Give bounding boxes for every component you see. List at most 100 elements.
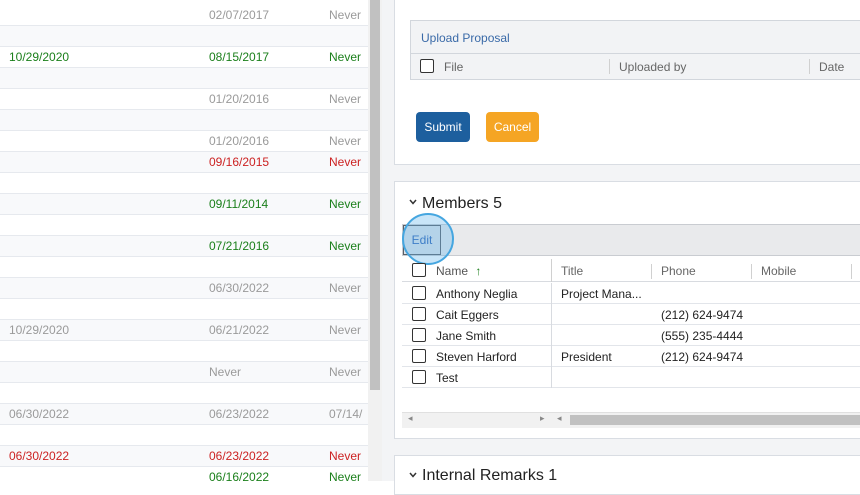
list-row[interactable]: 06/30/2022 Never [0,278,368,299]
list-cell: Never [329,134,362,148]
list-row[interactable] [0,257,368,278]
list-cell: 01/20/2016 [209,92,270,106]
upload-select-all-checkbox[interactable] [420,59,434,73]
list-row[interactable]: 09/11/2014 Never [0,194,368,215]
left-list-pane: 02/07/2017 Never 10/29/2020 08/15/2017 Never… [0,0,368,481]
list-cell: Never [329,239,362,253]
list-row[interactable]: 01/20/2016 Never [0,131,368,152]
column-divider [551,304,552,325]
column-divider [551,346,552,367]
scroll-right-icon[interactable]: ▸ [540,413,545,424]
column-mobile[interactable]: Mobile [761,264,796,278]
member-name-cell: Test [436,371,459,385]
list-row[interactable]: Never Never [0,362,368,383]
column-divider [651,264,652,279]
list-cell: Never [329,323,362,337]
column-divider [809,59,810,74]
member-name-cell: Steven Harford [436,350,517,364]
member-row[interactable]: Steven Harford President (212) 624-9474 [402,346,860,367]
list-row[interactable]: 09/16/2015 Never [0,152,368,173]
list-cell: Never [329,197,362,211]
list-cell: 06/23/2022 [209,449,270,463]
column-file[interactable]: File [444,60,463,74]
cancel-button[interactable]: Cancel [486,112,539,142]
vertical-scrollbar-thumb[interactable] [370,0,380,390]
member-row[interactable]: Test [402,367,860,388]
upload-proposal-title[interactable]: Upload Proposal [421,31,510,45]
member-row-checkbox[interactable] [412,307,426,321]
member-title-cell: Project Mana... [561,287,642,301]
list-cell: 06/30/2022 [9,407,70,421]
column-divider [551,325,552,346]
sort-ascending-icon: ↑ [475,264,482,278]
list-cell: 02/07/2017 [209,8,270,22]
list-row[interactable] [0,299,368,320]
list-row[interactable] [0,26,368,47]
list-row[interactable] [0,173,368,194]
scroll-left-icon[interactable]: ◂ [557,413,562,424]
member-name-cell: Jane Smith [436,329,497,343]
column-title[interactable]: Title [561,264,583,278]
column-date[interactable]: Date [819,60,844,74]
upload-grid-columns: File Uploaded by Date [410,54,860,80]
scroll-left-icon[interactable]: ◂ [408,413,413,424]
column-name[interactable]: Name ↑ [436,264,481,278]
list-cell: 06/30/2022 [209,281,270,295]
member-row-checkbox[interactable] [412,370,426,384]
member-phone-cell: (212) 624-9474 [661,308,744,322]
list-cell: Never [329,8,362,22]
list-row[interactable]: 07/21/2016 Never [0,236,368,257]
column-uploaded-by[interactable]: Uploaded by [619,60,686,74]
internal-remarks-title[interactable]: Internal Remarks 1 [422,467,557,485]
column-divider [551,259,552,282]
list-cell: Never [329,50,362,64]
list-row[interactable]: 06/30/2022 06/23/2022 Never [0,446,368,467]
column-divider [751,264,752,279]
list-row[interactable] [0,425,368,446]
list-row[interactable] [0,110,368,131]
member-phone-cell: (555) 235-4444 [661,329,744,343]
list-cell: 07/21/2016 [209,239,270,253]
member-row[interactable]: Cait Eggers (212) 624-9474 [402,304,860,325]
list-row[interactable] [0,383,368,404]
list-row[interactable]: 02/07/2017 Never [0,5,368,26]
list-cell: Never [329,365,362,379]
list-cell: 09/16/2015 [209,155,270,169]
member-row-checkbox[interactable] [412,286,426,300]
members-section-title[interactable]: Members 5 [422,195,502,213]
list-cell: 08/15/2017 [209,50,270,64]
member-row[interactable]: Anthony Neglia Project Mana... [402,283,860,304]
list-row[interactable] [0,215,368,236]
list-cell: 09/11/2014 [209,197,269,211]
list-cell: Never [329,281,362,295]
list-row[interactable] [0,68,368,89]
submit-button[interactable]: Submit [416,112,470,142]
upload-grid-header: Upload Proposal [410,20,860,54]
edit-members-button[interactable]: Edit [403,225,441,255]
list-row[interactable]: 01/20/2016 Never [0,89,368,110]
member-row-checkbox[interactable] [412,328,426,342]
list-cell: 06/23/2022 [209,407,270,421]
list-cell: Never [329,155,362,169]
member-row-checkbox[interactable] [412,349,426,363]
list-cell: 06/21/2022 [209,323,270,337]
column-divider [609,59,610,74]
list-cell: Never [329,470,362,481]
chevron-down-icon[interactable] [409,197,417,208]
horizontal-scrollbar-thumb[interactable] [570,415,860,425]
column-phone[interactable]: Phone [661,264,696,278]
member-row[interactable]: Jane Smith (555) 235-4444 [402,325,860,346]
list-row[interactable]: 06/16/2022 Never [0,467,368,481]
members-select-all-checkbox[interactable] [412,263,426,277]
member-phone-cell: (212) 624-9474 [661,350,744,364]
chevron-down-icon[interactable] [409,470,417,481]
list-row[interactable]: 10/29/2020 08/15/2017 Never [0,47,368,68]
member-name-cell: Cait Eggers [436,308,499,322]
member-name-cell: Anthony Neglia [436,287,518,301]
list-cell: Never [329,92,362,106]
list-row[interactable]: 06/30/2022 06/23/2022 07/14/ [0,404,368,425]
column-name-label: Name [436,264,469,278]
list-row[interactable]: 10/29/2020 06/21/2022 Never [0,320,368,341]
list-row[interactable] [0,341,368,362]
list-cell: 10/29/2020 [9,323,70,337]
